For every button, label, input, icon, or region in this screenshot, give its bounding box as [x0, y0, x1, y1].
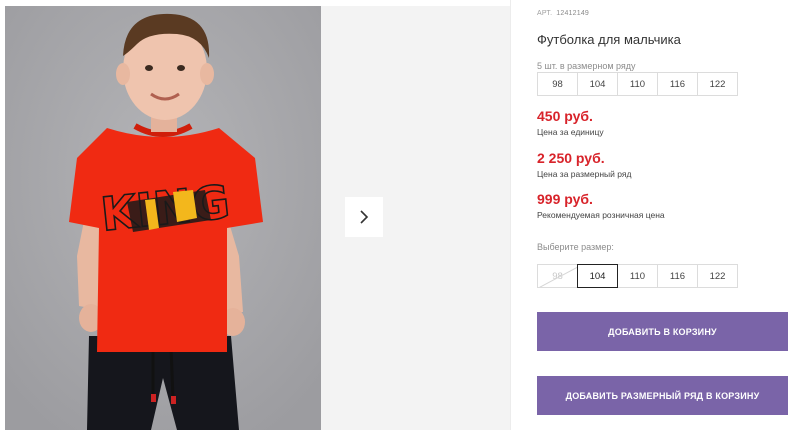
size-row-price-label: Цена за размерный ряд — [537, 169, 632, 179]
product-info-panel: АРТ. 12412149 Футболка для мальчика 5 шт.… — [537, 0, 797, 430]
chevron-right-icon — [360, 210, 369, 224]
product-title: Футболка для мальчика — [537, 32, 681, 47]
panel-divider — [510, 0, 511, 430]
add-to-cart-button[interactable]: ДОБАВИТЬ В КОРЗИНУ — [537, 312, 788, 351]
size-option-116[interactable]: 116 — [657, 264, 698, 288]
size-option-98: 98 — [537, 264, 578, 288]
unit-price-label: Цена за единицу — [537, 127, 604, 137]
product-photo[interactable]: KING — [5, 6, 321, 430]
unit-price: 450 руб. — [537, 108, 593, 124]
product-gallery: KING — [0, 0, 510, 430]
size-option-110[interactable]: 110 — [617, 264, 658, 288]
sku-label: АРТ. — [537, 10, 553, 17]
size-row-cell: 116 — [657, 72, 698, 96]
product-sku: АРТ. 12412149 — [537, 10, 589, 17]
retail-price-label: Рекомендуемая розничная цена — [537, 210, 665, 220]
size-row-cell: 110 — [617, 72, 658, 96]
size-row-grid: 98 104 110 116 122 — [537, 72, 738, 96]
size-row-cell: 98 — [537, 72, 578, 96]
retail-price: 999 руб. — [537, 191, 593, 207]
size-row-cell: 122 — [697, 72, 738, 96]
size-row-note: 5 шт. в размерном ряду — [537, 61, 636, 71]
choose-size-label: Выберите размер: — [537, 242, 614, 252]
size-row-price: 2 250 руб. — [537, 150, 605, 166]
gallery-next-button[interactable] — [345, 197, 383, 237]
size-selector: 98 104 110 116 122 — [537, 264, 738, 288]
add-size-row-to-cart-button[interactable]: ДОБАВИТЬ РАЗМЕРНЫЙ РЯД В КОРЗИНУ — [537, 376, 788, 415]
boy-photo-illustration: KING — [5, 6, 321, 430]
sku-value: 12412149 — [556, 10, 590, 17]
size-option-122[interactable]: 122 — [697, 264, 738, 288]
size-option-104[interactable]: 104 — [577, 264, 618, 288]
size-row-cell: 104 — [577, 72, 618, 96]
